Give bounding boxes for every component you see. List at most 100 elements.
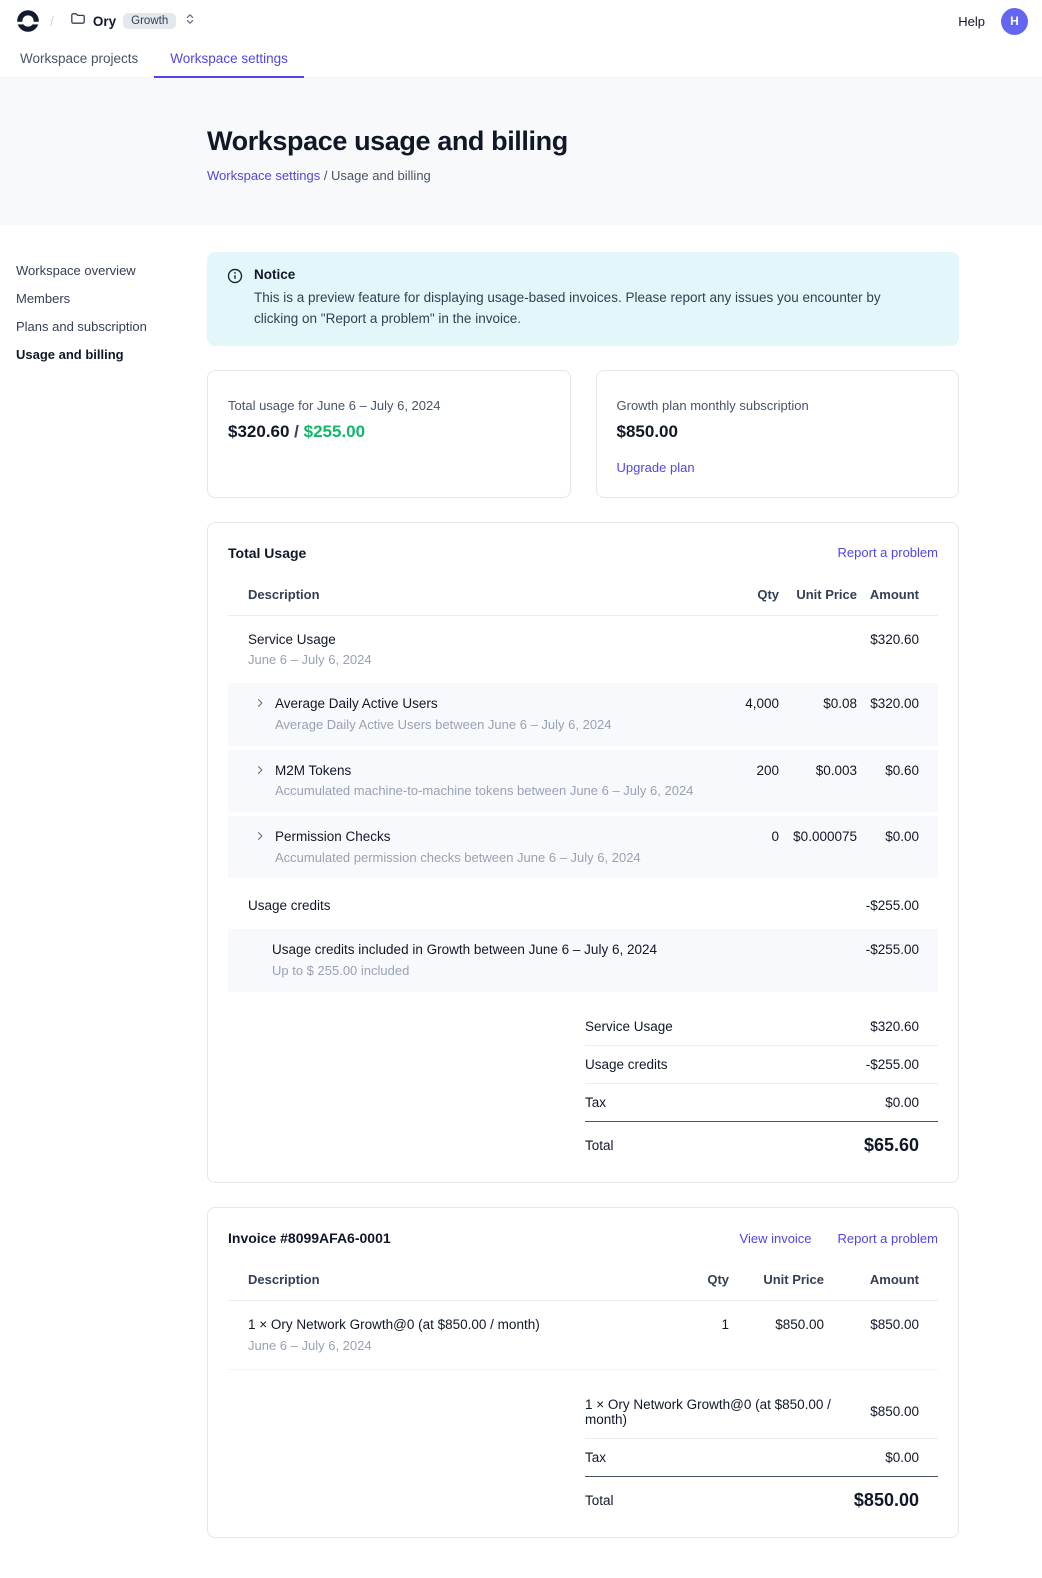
row-unit-price: $0.003 — [779, 762, 857, 780]
row-subtitle: Accumulated permission checks between Ju… — [275, 850, 641, 867]
column-qty: Qty — [664, 1272, 729, 1289]
tab-bar: Workspace projects Workspace settings — [0, 42, 1042, 78]
sidebar-item-plans-and-subscription[interactable]: Plans and subscription — [16, 316, 207, 337]
tab-workspace-projects[interactable]: Workspace projects — [4, 42, 154, 77]
grand-total-row: Total $65.60 — [585, 1122, 938, 1158]
upgrade-plan-link[interactable]: Upgrade plan — [617, 460, 939, 475]
table-row-permission-checks: Permission Checks Accumulated permission… — [228, 816, 938, 878]
row-description: 1 × Ory Network Growth@0 (at $850.00 / m… — [248, 1316, 664, 1334]
table-row-average-daily-active-users: Average Daily Active Users Average Daily… — [228, 683, 938, 745]
usage-amount-value: $320.60 — [228, 422, 289, 441]
row-description: Usage credits included in Growth between… — [272, 941, 714, 959]
invoice-card-header: Invoice #8099AFA6-0001 View invoice Repo… — [228, 1228, 938, 1262]
report-problem-link[interactable]: Report a problem — [838, 1231, 938, 1246]
workspace-selector[interactable]: Ory Growth — [64, 7, 203, 36]
row-qty: 200 — [714, 762, 779, 780]
settings-sidebar: Workspace overview Members Plans and sub… — [16, 252, 207, 1538]
ory-logo-icon — [16, 9, 40, 33]
tab-workspace-settings[interactable]: Workspace settings — [154, 42, 304, 78]
selector-chevrons-icon — [183, 12, 197, 31]
sidebar-item-members[interactable]: Members — [16, 288, 207, 309]
sidebar-item-workspace-overview[interactable]: Workspace overview — [16, 260, 207, 281]
info-icon — [227, 268, 243, 330]
table-row-m2m-tokens: M2M Tokens Accumulated machine-to-machin… — [228, 750, 938, 812]
notice-body: This is a preview feature for displaying… — [254, 288, 914, 330]
breadcrumb: Workspace settings / Usage and billing — [207, 168, 959, 183]
totals-value: $850.00 — [870, 1404, 919, 1419]
row-amount: $850.00 — [824, 1316, 938, 1334]
column-amount: Amount — [824, 1272, 938, 1289]
usage-card-header: Total Usage Report a problem — [228, 543, 938, 577]
table-row-usage-credits-detail: Usage credits included in Growth between… — [228, 929, 938, 992]
row-description: M2M Tokens — [275, 762, 693, 780]
usage-table-header: Description Qty Unit Price Amount — [228, 577, 938, 616]
plan-subscription-label: Growth plan monthly subscription — [617, 398, 939, 413]
chevron-right-icon[interactable] — [254, 764, 266, 776]
topbar: / Ory Growth Help H — [0, 0, 1042, 42]
totals-row-tax: Tax $0.00 — [585, 1439, 938, 1477]
grand-total-value: $850.00 — [854, 1490, 919, 1511]
content: Notice This is a preview feature for dis… — [207, 252, 959, 1538]
total-usage-card: Total usage for June 6 – July 6, 2024 $3… — [207, 370, 571, 498]
topbar-right: Help H — [958, 8, 1028, 35]
avatar[interactable]: H — [1001, 8, 1028, 35]
totals-value: $0.00 — [885, 1450, 919, 1465]
report-problem-link[interactable]: Report a problem — [838, 545, 938, 560]
table-row-usage-credits: Usage credits -$255.00 — [228, 882, 938, 929]
row-unit-price: $850.00 — [729, 1316, 824, 1334]
row-description: Service Usage — [248, 631, 714, 649]
page-header: Workspace usage and billing Workspace se… — [0, 78, 1042, 225]
row-unit-price: $0.000075 — [779, 828, 857, 846]
column-unit-price: Unit Price — [729, 1272, 824, 1289]
page-title: Workspace usage and billing — [207, 126, 959, 157]
column-unit-price: Unit Price — [779, 587, 857, 604]
topbar-left: / Ory Growth — [16, 7, 203, 36]
plan-subscription-amount: $850.00 — [617, 422, 939, 442]
chevron-right-icon[interactable] — [254, 697, 266, 709]
row-subtitle: Up to $ 255.00 included — [272, 963, 714, 980]
row-subtitle: June 6 – July 6, 2024 — [248, 1338, 664, 1355]
row-amount: $320.00 — [857, 695, 938, 713]
main: Workspace overview Members Plans and sub… — [0, 225, 1042, 1578]
totals-value: $0.00 — [885, 1095, 919, 1110]
usage-card-title: Total Usage — [228, 545, 306, 561]
invoice-card: Invoice #8099AFA6-0001 View invoice Repo… — [207, 1207, 959, 1537]
notice-text: Notice This is a preview feature for dis… — [254, 267, 914, 330]
totals-row-service-usage: Service Usage $320.60 — [585, 1008, 938, 1046]
grand-total-value: $65.60 — [864, 1135, 919, 1156]
notice-banner: Notice This is a preview feature for dis… — [207, 252, 959, 346]
invoice-table-header: Description Qty Unit Price Amount — [228, 1262, 938, 1301]
row-qty: 1 — [664, 1316, 729, 1334]
help-button[interactable]: Help — [958, 14, 985, 29]
ory-logo[interactable] — [16, 9, 40, 33]
totals-label: Service Usage — [585, 1019, 673, 1034]
row-description: Permission Checks — [275, 828, 641, 846]
summary-cards: Total usage for June 6 – July 6, 2024 $3… — [207, 370, 959, 498]
grand-total-label: Total — [585, 1493, 614, 1508]
totals-label: Tax — [585, 1450, 606, 1465]
row-qty: 0 — [714, 828, 779, 846]
usage-totals: Service Usage $320.60 Usage credits -$25… — [585, 1008, 938, 1158]
view-invoice-link[interactable]: View invoice — [740, 1231, 812, 1246]
totals-row-line-item: 1 × Ory Network Growth@0 (at $850.00 / m… — [585, 1386, 938, 1439]
totals-label: 1 × Ory Network Growth@0 (at $850.00 / m… — [585, 1397, 870, 1427]
chevron-right-icon[interactable] — [254, 830, 266, 842]
row-amount: $0.00 — [857, 828, 938, 846]
total-usage-label: Total usage for June 6 – July 6, 2024 — [228, 398, 550, 413]
invoice-card-title: Invoice #8099AFA6-0001 — [228, 1230, 391, 1246]
row-unit-price: $0.08 — [779, 695, 857, 713]
column-qty: Qty — [714, 587, 779, 604]
row-description: Average Daily Active Users — [275, 695, 612, 713]
table-row-service-usage: Service Usage June 6 – July 6, 2024 $320… — [228, 616, 938, 683]
grand-total-label: Total — [585, 1138, 614, 1153]
breadcrumb-link-workspace-settings[interactable]: Workspace settings — [207, 168, 320, 183]
usage-credits-value: $255.00 — [304, 422, 365, 441]
row-subtitle: Average Daily Active Users between June … — [275, 717, 612, 734]
column-description: Description — [228, 1272, 664, 1289]
totals-row-usage-credits: Usage credits -$255.00 — [585, 1046, 938, 1084]
column-amount: Amount — [857, 587, 938, 604]
sidebar-item-usage-and-billing[interactable]: Usage and billing — [16, 344, 207, 365]
plan-badge: Growth — [123, 13, 176, 29]
row-qty: 4,000 — [714, 695, 779, 713]
row-amount: $320.60 — [857, 631, 938, 649]
